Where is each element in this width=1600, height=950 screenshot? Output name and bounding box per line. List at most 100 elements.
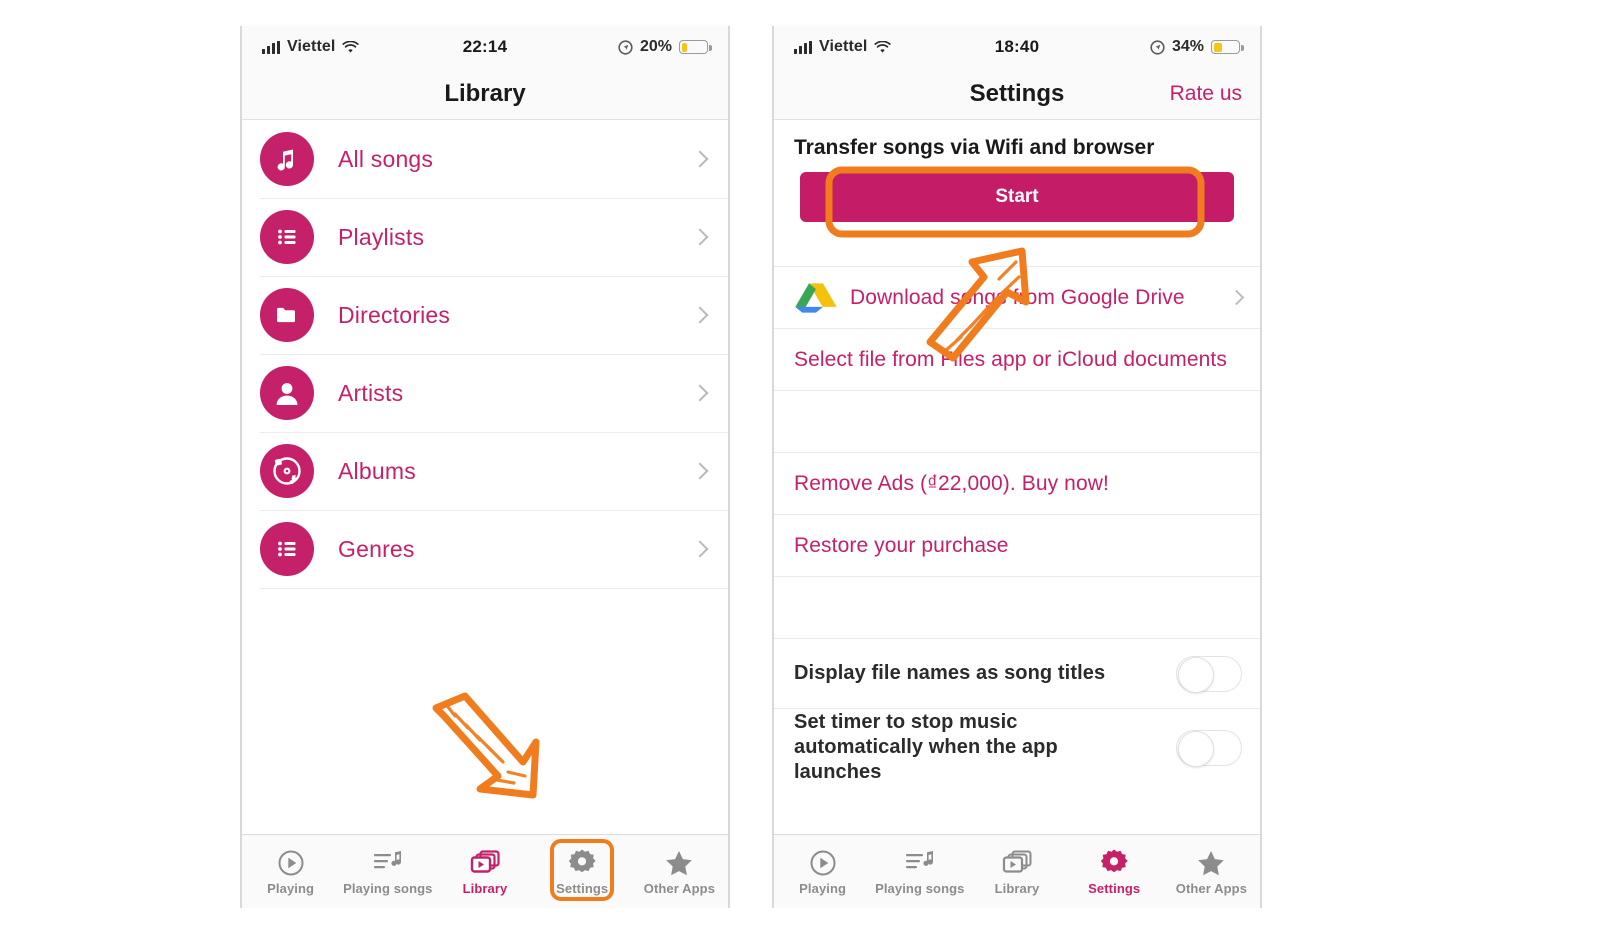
status-bar: Viettel 18:40 34%	[774, 26, 1260, 68]
chevron-right-icon	[691, 384, 709, 402]
tab-settings[interactable]: Settings	[1066, 835, 1163, 908]
status-bar: Viettel 22:14 20%	[242, 26, 728, 68]
tab-label: Playing songs	[875, 880, 965, 896]
tab-label: Playing songs	[343, 880, 433, 896]
list-item-all-songs[interactable]: All songs	[242, 120, 728, 198]
battery-percent-label: 20%	[639, 38, 672, 55]
list-item-label: Directories	[338, 301, 451, 328]
list-item-label: Playlists	[338, 223, 425, 250]
signal-bars-icon	[262, 40, 280, 54]
row-label: Restore your purchase	[794, 533, 1009, 557]
battery-percent-label: 34%	[1171, 38, 1204, 55]
library-stack-icon	[468, 848, 502, 878]
tab-playing[interactable]: Playing	[242, 835, 339, 908]
google-drive-icon	[794, 280, 838, 316]
list-icon	[260, 522, 314, 576]
status-right: 20%	[618, 38, 712, 56]
tab-playing-songs[interactable]: Playing songs	[871, 835, 968, 908]
list-item-artists[interactable]: Artists	[242, 354, 728, 432]
tab-library[interactable]: Library	[968, 835, 1065, 908]
empty-row	[774, 576, 1260, 638]
person-icon	[260, 366, 314, 420]
tab-playing[interactable]: Playing	[774, 835, 871, 908]
chevron-right-icon	[691, 462, 709, 480]
play-circle-icon	[276, 848, 306, 878]
phone-screen-library: Viettel 22:14 20% Library All songs Play…	[240, 26, 730, 908]
list-item-genres[interactable]: Genres	[242, 510, 728, 588]
location-arrow-icon	[618, 39, 633, 55]
folder-icon	[260, 288, 314, 342]
wifi-icon	[874, 40, 892, 53]
settings-content: Transfer songs via Wifi and browser Star…	[774, 120, 1260, 786]
status-left: Viettel	[262, 38, 360, 56]
tab-label: Settings	[1088, 880, 1141, 896]
section-header-transfer: Transfer songs via Wifi and browser	[794, 136, 1155, 159]
list-item-directories[interactable]: Directories	[242, 276, 728, 354]
tab-label: Playing	[799, 880, 847, 896]
queue-list-icon	[372, 848, 404, 878]
location-arrow-icon	[1150, 39, 1165, 55]
rate-us-button[interactable]: Rate us	[1170, 82, 1242, 106]
chevron-right-icon	[691, 306, 709, 324]
wifi-icon	[342, 40, 360, 53]
signal-bars-icon	[794, 40, 812, 54]
battery-icon	[679, 40, 712, 54]
row-select-file[interactable]: Select file from Files app or iCloud doc…	[774, 328, 1260, 390]
tab-label: Library	[462, 880, 508, 896]
tab-bar: Playing Playing songs Library Settings O…	[774, 834, 1260, 908]
row-display-file-names[interactable]: Display file names as song titles	[774, 638, 1260, 708]
list-item-label: Genres	[338, 535, 415, 562]
tab-other-apps[interactable]: Other Apps	[1163, 835, 1260, 908]
library-stack-icon	[1000, 848, 1034, 878]
chevron-right-icon	[691, 228, 709, 246]
phone-screen-settings: Viettel 18:40 34% Settings Rate us Trans…	[772, 26, 1262, 908]
play-circle-icon	[808, 848, 838, 878]
row-label: Download songs from Google Drive	[850, 285, 1185, 309]
music-note-icon	[260, 132, 314, 186]
list-item-label: All songs	[338, 145, 434, 172]
chevron-right-icon	[1228, 289, 1245, 306]
empty-row	[774, 390, 1260, 452]
chevron-right-icon	[691, 150, 709, 168]
toggle-label: Set timer to stop music automatically wh…	[794, 711, 1058, 783]
page-title: Library	[444, 79, 526, 107]
row-label: Select file from Files app or iCloud doc…	[794, 347, 1227, 371]
list-item-label: Albums	[338, 457, 416, 484]
page-title: Settings	[969, 79, 1065, 107]
library-list: All songs Playlists Directories Artists …	[242, 120, 728, 589]
start-button[interactable]: Start	[800, 172, 1234, 222]
list-item-label: Artists	[338, 379, 404, 406]
row-download-google-drive[interactable]: Download songs from Google Drive	[774, 266, 1260, 328]
nav-bar: Settings Rate us	[774, 68, 1260, 120]
list-item-albums[interactable]: Albums	[242, 432, 728, 510]
nav-bar: Library	[242, 68, 728, 120]
battery-icon	[1211, 40, 1244, 54]
tab-library[interactable]: Library	[436, 835, 533, 908]
tab-other-apps[interactable]: Other Apps	[631, 835, 728, 908]
gear-icon	[1098, 848, 1130, 878]
row-set-timer[interactable]: Set timer to stop music automatically wh…	[774, 708, 1260, 786]
carrier-label: Viettel	[287, 38, 336, 55]
tab-label: Settings	[556, 880, 609, 896]
status-left: Viettel	[794, 38, 892, 56]
list-icon	[260, 210, 314, 264]
tab-playing-songs[interactable]: Playing songs	[339, 835, 436, 908]
chevron-right-icon	[691, 540, 709, 558]
list-item-playlists[interactable]: Playlists	[242, 198, 728, 276]
set-timer-toggle[interactable]	[1176, 729, 1242, 767]
tab-label: Playing	[267, 880, 315, 896]
star-icon	[1195, 848, 1227, 878]
tab-label: Library	[994, 880, 1040, 896]
row-label: Remove Ads (₫22,000). Buy now!	[794, 471, 1109, 495]
vinyl-record-icon	[260, 444, 314, 498]
tab-label: Other Apps	[643, 880, 716, 896]
row-restore-purchase[interactable]: Restore your purchase	[774, 514, 1260, 576]
display-file-names-toggle[interactable]	[1176, 655, 1242, 693]
tab-label: Other Apps	[1175, 880, 1248, 896]
row-remove-ads[interactable]: Remove Ads (₫22,000). Buy now!	[774, 452, 1260, 514]
star-icon	[663, 848, 695, 878]
gear-icon	[566, 848, 598, 878]
tab-settings[interactable]: Settings	[534, 835, 631, 908]
screenshot-canvas: Viettel 22:14 20% Library All songs Play…	[0, 0, 1600, 950]
